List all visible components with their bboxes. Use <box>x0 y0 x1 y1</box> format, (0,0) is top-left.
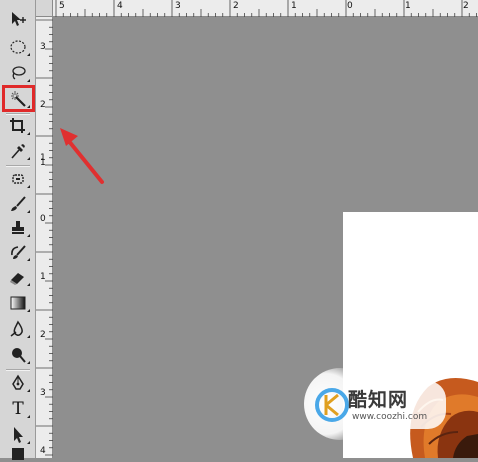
v-ruler-label: 4 <box>40 446 46 456</box>
h-ruler-label: 4 <box>117 1 123 11</box>
dodge-tool[interactable] <box>4 344 32 366</box>
blur-tool-icon <box>10 320 23 337</box>
shape-tool-icon <box>12 448 24 460</box>
elliptical-marquee-tool-icon <box>10 40 26 54</box>
crop-tool[interactable] <box>4 115 32 137</box>
h-ruler-label: 1 <box>405 1 411 11</box>
v-ruler-label: 3 <box>40 388 46 398</box>
lasso-tool-icon <box>12 66 26 80</box>
history-brush-icon <box>11 245 26 259</box>
crop-tool-icon <box>10 118 25 133</box>
h-ruler-label: 5 <box>59 1 65 11</box>
move-tool[interactable] <box>4 8 32 30</box>
dodge-tool-icon <box>12 348 26 363</box>
tools-panel: T <box>0 0 36 460</box>
gradient-tool-icon <box>10 296 26 310</box>
path-selection-tool-icon <box>14 427 23 443</box>
eraser-tool-icon <box>10 273 24 285</box>
v-ruler-label: 2 <box>40 330 46 340</box>
ruler-origin[interactable] <box>36 0 53 17</box>
clone-stamp-tool-icon <box>12 221 24 234</box>
v-ruler-label: 0 <box>40 214 46 224</box>
type-tool-icon: T <box>12 399 24 419</box>
vertical-ruler[interactable]: 3 2 1 1 0 1 2 3 4 <box>36 17 53 458</box>
eyedropper-tool[interactable] <box>4 140 32 162</box>
pen-tool[interactable] <box>4 372 32 394</box>
v-ruler-label: 2 <box>40 100 46 110</box>
eyedropper-tool-icon <box>11 144 25 159</box>
watermark-brand: 酷知网 <box>348 389 409 411</box>
type-tool[interactable]: T <box>4 398 32 420</box>
gradient-tool[interactable] <box>4 292 32 314</box>
move-tool-icon <box>12 12 26 26</box>
shape-tool[interactable] <box>4 448 32 460</box>
h-ruler-label: 2 <box>233 1 239 11</box>
magic-wand-highlight <box>2 85 35 112</box>
history-brush-tool[interactable] <box>4 241 32 263</box>
v-ruler-label: 1 <box>40 272 46 282</box>
brush-tool-icon <box>11 196 26 211</box>
pen-tool-icon <box>12 374 24 390</box>
h-ruler-label: 0 <box>347 1 353 11</box>
spot-healing-brush-icon <box>12 174 24 184</box>
h-ruler-label: 2 <box>463 1 469 11</box>
eraser-tool[interactable] <box>4 266 32 288</box>
h-ruler-label: 1 <box>291 1 297 11</box>
annotation-arrow <box>60 128 104 184</box>
clone-stamp-tool[interactable] <box>4 217 32 239</box>
v-ruler-label: 3 <box>40 42 46 52</box>
h-ruler-label: 3 <box>175 1 181 11</box>
elliptical-marquee-tool[interactable] <box>4 36 32 58</box>
horizontal-ruler[interactable]: 5 4 3 2 1 0 1 2 <box>53 0 478 17</box>
spot-healing-brush-tool[interactable] <box>4 168 32 190</box>
lasso-tool[interactable] <box>4 62 32 84</box>
brush-tool[interactable] <box>4 193 32 215</box>
path-selection-tool[interactable] <box>4 424 32 446</box>
blur-tool[interactable] <box>4 318 32 340</box>
v-ruler-label: 1 <box>40 158 46 168</box>
watermark-url: www.coozhi.com <box>352 412 428 422</box>
